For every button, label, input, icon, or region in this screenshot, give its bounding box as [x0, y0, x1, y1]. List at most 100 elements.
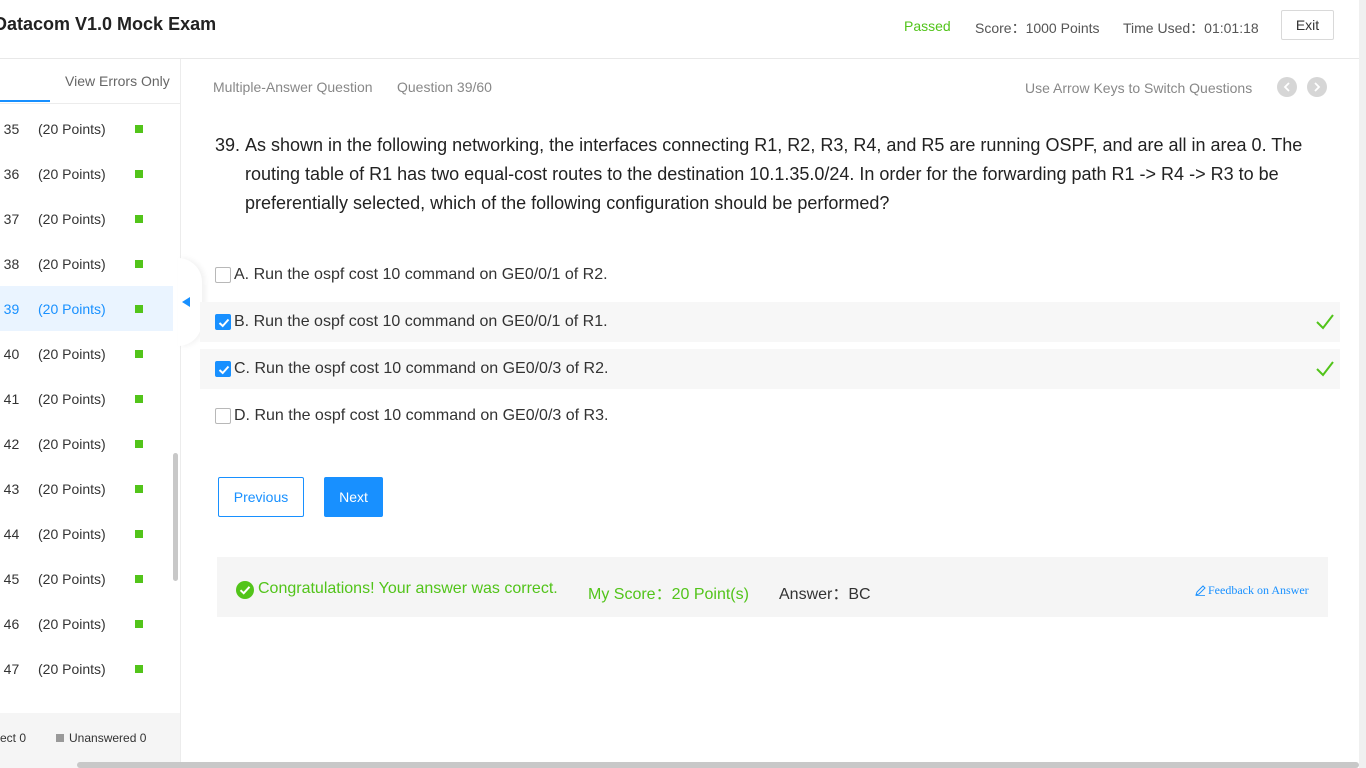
question-item-name: n 42: [0, 435, 20, 452]
question-item-name: n 39: [0, 300, 20, 317]
result-panel: Congratulations! Your answer was correct…: [217, 557, 1328, 617]
chevron-right-icon: [1314, 82, 1321, 92]
question-item-name: n 47: [0, 660, 20, 677]
question-item[interactable]: n 43 (20 Points): [0, 466, 173, 511]
correct-indicator: [135, 439, 143, 448]
question-item-points: (20 Points): [38, 255, 106, 272]
question-item-points: (20 Points): [38, 120, 106, 137]
correct-indicator: [135, 304, 143, 313]
option-a-checkbox[interactable]: [215, 267, 231, 283]
correct-check-icon: [1316, 361, 1334, 377]
question-item-name: n 36: [0, 165, 20, 182]
triangle-left-icon: [182, 297, 190, 307]
correct-indicator: [135, 394, 143, 403]
sidebar-legend: ect 0 Unanswered 0: [0, 713, 180, 768]
option-c[interactable]: C. Run the ospf cost 10 command on GE0/0…: [200, 349, 1340, 389]
result-message: Congratulations! Your answer was correct…: [258, 580, 558, 597]
legend-unanswered-label: Unanswered 0: [69, 731, 147, 745]
question-type: Multiple-Answer Question: [213, 79, 373, 95]
correct-indicator: [135, 664, 143, 673]
legend-unanswered: Unanswered 0: [56, 731, 146, 745]
option-d[interactable]: D. Run the ospf cost 10 command on GE0/0…: [200, 396, 1340, 436]
sidebar-tabs: View Errors Only: [0, 59, 180, 104]
question-item-name: n 35: [0, 120, 20, 137]
previous-button[interactable]: Previous: [218, 477, 304, 517]
question-item-name: n 44: [0, 525, 20, 542]
horizontal-scrollbar[interactable]: [77, 762, 1359, 768]
correct-check-icon: [1316, 314, 1334, 330]
correct-indicator: [135, 484, 143, 493]
next-button[interactable]: Next: [324, 477, 383, 517]
question-item-points: (20 Points): [38, 480, 106, 497]
option-a[interactable]: A. Run the ospf cost 10 command on GE0/0…: [200, 255, 1340, 295]
question-item[interactable]: n 38 (20 Points): [0, 241, 173, 286]
question-item[interactable]: n 44 (20 Points): [0, 511, 173, 556]
question-item-points: (20 Points): [38, 615, 106, 632]
option-d-label: D. Run the ospf cost 10 command on GE0/0…: [234, 407, 609, 424]
option-c-checkbox[interactable]: [215, 361, 231, 377]
question-item-points: (20 Points): [38, 525, 106, 542]
question-item-points: (20 Points): [38, 210, 106, 227]
option-b-checkbox[interactable]: [215, 314, 231, 330]
sidebar-scrollbar[interactable]: [173, 453, 178, 581]
checkmark-icon: [218, 318, 230, 328]
question-item-points: (20 Points): [38, 300, 106, 317]
question-sidebar: View Errors Only n 35 (20 Points) n 36 (20…: [0, 59, 181, 768]
question-item-name: n 41: [0, 390, 20, 407]
status-badge: Passed: [904, 18, 951, 34]
question-item-points: (20 Points): [38, 660, 106, 677]
exit-button[interactable]: Exit: [1281, 10, 1334, 40]
tab-view-errors-only[interactable]: View Errors Only: [65, 73, 170, 89]
check-circle-icon: [236, 581, 254, 599]
question-item-points: (20 Points): [38, 435, 106, 452]
question-item[interactable]: n 45 (20 Points): [0, 556, 173, 601]
option-c-label: C. Run the ospf cost 10 command on GE0/0…: [234, 360, 609, 377]
option-b[interactable]: B. Run the ospf cost 10 command on GE0/0…: [200, 302, 1340, 342]
question-item-name: n 37: [0, 210, 20, 227]
option-b-label: B. Run the ospf cost 10 command on GE0/0…: [234, 313, 608, 330]
header: Datacom V1.0 Mock Exam Passed Score：1000…: [0, 0, 1366, 59]
correct-answer: Answer：BC: [779, 586, 871, 603]
feedback-label: Feedback on Answer: [1208, 583, 1309, 597]
correct-indicator: [135, 349, 143, 358]
question-item-name: n 43: [0, 480, 20, 497]
correct-indicator: [135, 574, 143, 583]
next-question-arrow[interactable]: [1307, 77, 1327, 97]
question-item[interactable]: n 46 (20 Points): [0, 601, 173, 646]
question-item-points: (20 Points): [38, 570, 106, 587]
question-item-name: n 38: [0, 255, 20, 272]
question-item[interactable]: n 41 (20 Points): [0, 376, 173, 421]
question-item[interactable]: n 47 (20 Points): [0, 646, 173, 691]
checkmark-icon: [218, 365, 230, 375]
vertical-scrollbar[interactable]: [1359, 0, 1366, 768]
question-item[interactable]: n 36 (20 Points): [0, 151, 173, 196]
question-item[interactable]: n 42 (20 Points): [0, 421, 173, 466]
collapse-sidebar-toggle[interactable]: [178, 258, 202, 346]
total-score: Score：1000 Points: [975, 20, 1100, 36]
question-item[interactable]: n 37 (20 Points): [0, 196, 173, 241]
question-number: 39.: [215, 135, 241, 155]
question-body: As shown in the following networking, th…: [245, 135, 1303, 213]
question-item-points: (20 Points): [38, 345, 106, 362]
previous-question-arrow[interactable]: [1277, 77, 1297, 97]
question-counter: Question 39/60: [397, 79, 492, 95]
question-item-name: n 46: [0, 615, 20, 632]
correct-indicator: [135, 124, 143, 133]
feedback-link[interactable]: Feedback on Answer: [1195, 583, 1309, 598]
question-item[interactable]: n 40 (20 Points): [0, 331, 173, 376]
legend-correct: ect 0: [0, 731, 27, 745]
question-list: n 35 (20 Points) n 36 (20 Points) n 37 (20 …: [0, 106, 173, 691]
question-item-active[interactable]: n 39 (20 Points): [0, 286, 173, 331]
tab-all-active[interactable]: [0, 100, 50, 102]
edit-icon: [1195, 585, 1206, 596]
option-d-checkbox[interactable]: [215, 408, 231, 424]
arrow-keys-hint: Use Arrow Keys to Switch Questions: [1025, 80, 1253, 96]
chevron-left-icon: [1283, 82, 1290, 92]
exam-title: Datacom V1.0 Mock Exam: [0, 14, 217, 34]
correct-indicator: [135, 169, 143, 178]
my-score: My Score：20 Point(s): [588, 586, 749, 603]
question-item-points: (20 Points): [38, 165, 106, 182]
question-item[interactable]: n 35 (20 Points): [0, 106, 173, 151]
correct-indicator: [135, 529, 143, 538]
option-a-label: A. Run the ospf cost 10 command on GE0/0…: [234, 266, 608, 283]
